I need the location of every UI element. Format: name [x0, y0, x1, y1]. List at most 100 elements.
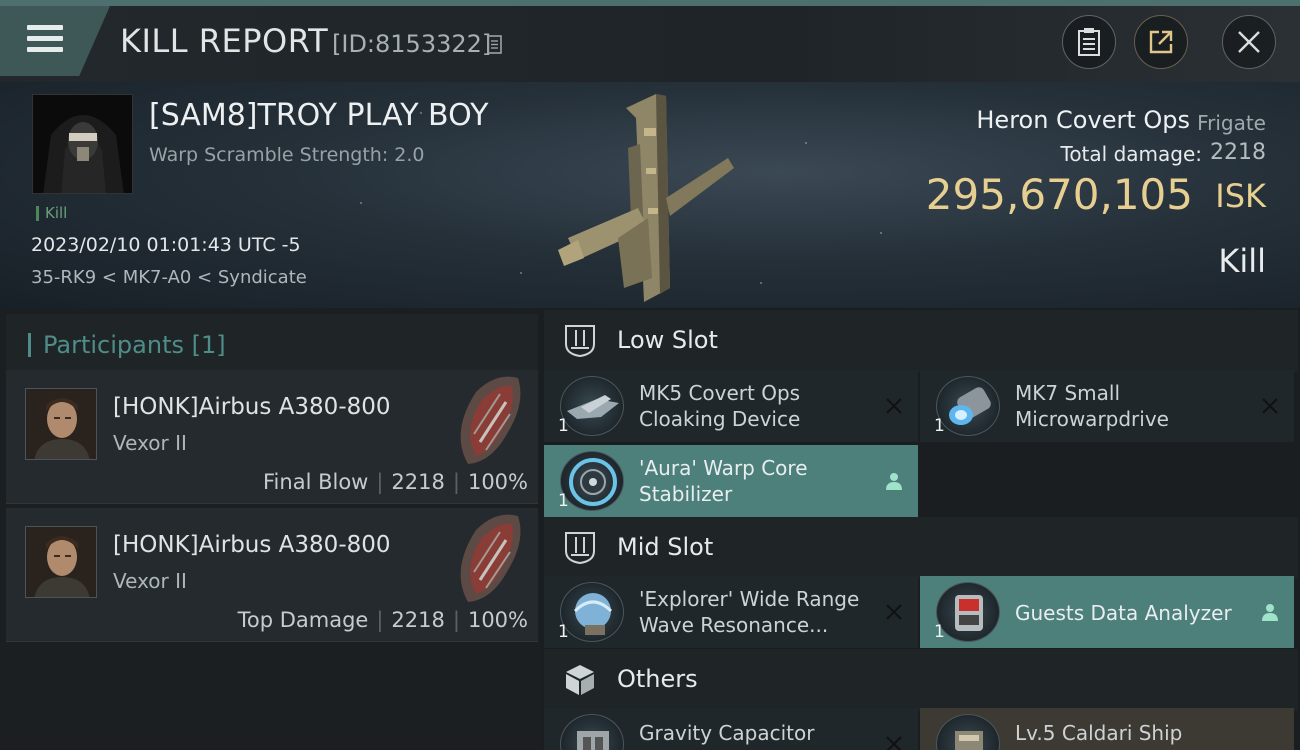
- ship-class: Frigate: [1197, 111, 1266, 135]
- kill-result: Kill: [1218, 242, 1266, 280]
- menu-button[interactable]: [0, 6, 110, 76]
- participant-ship: Vexor II: [113, 569, 187, 593]
- data-analyzer-icon: [936, 582, 1000, 642]
- module-item[interactable]: 1 'Explorer' Wide Range Wave Resonance..…: [544, 576, 918, 648]
- participant-role: Top Damage: [237, 608, 369, 632]
- mid-slot-icon: [565, 532, 595, 565]
- stat-divider: |: [452, 470, 460, 494]
- total-damage-value: 2218: [1210, 140, 1266, 165]
- cloaking-device-icon: [560, 376, 624, 436]
- module-name-line: MK5 Covert Ops: [639, 381, 801, 405]
- participant-avatar[interactable]: [25, 388, 97, 460]
- victim-avatar[interactable]: [32, 94, 133, 194]
- participant-name: [HONK]Airbus A380-800: [113, 394, 391, 420]
- participant-stats: Top Damage | 2218 | 100%: [238, 608, 528, 632]
- menu-icon: [27, 25, 63, 30]
- pilot-portrait-image: [26, 527, 96, 597]
- destroyed-icon: [1262, 398, 1278, 414]
- kill-tag: Kill: [36, 206, 67, 221]
- header-bar: KILL REPORT [ID:8153322]: [0, 0, 1300, 82]
- participant-row[interactable]: [HONK]Airbus A380-800 Vexor II Top Damag…: [6, 508, 538, 642]
- module-quantity: 1: [934, 416, 945, 436]
- destroyed-icon: [886, 736, 902, 750]
- mid-slot-header: Mid Slot: [544, 517, 1298, 579]
- module-name: MK5 Covert Ops Cloaking Device: [639, 380, 879, 432]
- notes-button[interactable]: [1062, 15, 1116, 69]
- kill-location: 35-RK9 < MK7-A0 < Syndicate: [31, 267, 307, 288]
- menu-icon-bar: [27, 47, 63, 52]
- victim-ship-image: [558, 94, 734, 302]
- others-header: Others: [544, 649, 1298, 711]
- pilot-portrait-image: [26, 389, 96, 459]
- module-item[interactable]: 1 'Aura' Warp Core Stabilizer: [544, 445, 918, 517]
- warp-core-stabilizer-icon: [560, 451, 624, 511]
- module-name: Lv.5 Caldari Ship: [1015, 721, 1183, 745]
- participant-row[interactable]: [HONK]Airbus A380-800 Vexor II Final Blo…: [6, 370, 538, 504]
- close-icon: [1238, 31, 1260, 53]
- participant-stats: Final Blow | 2218 | 100%: [263, 470, 528, 494]
- module-quantity: 1: [934, 622, 945, 642]
- module-name: Gravity Capacitor: [639, 721, 815, 745]
- module-item[interactable]: 1 MK7 Small Microwarpdrive: [920, 370, 1294, 442]
- others-label: Others: [617, 665, 698, 693]
- victim-banner: [SAM8]TROY PLAY BOY Warp Scramble Streng…: [0, 82, 1300, 308]
- dropped-person-icon: [1262, 604, 1278, 621]
- mid-slot-label: Mid Slot: [617, 533, 714, 561]
- hooded-figure-image: [33, 95, 132, 193]
- participant-ship-image: [460, 376, 521, 464]
- low-slot-label: Low Slot: [617, 326, 718, 354]
- kill-datetime: 2023/02/10 01:01:43 UTC -5: [31, 234, 301, 256]
- participant-name: [HONK]Airbus A380-800: [113, 532, 391, 558]
- star: [880, 232, 882, 234]
- module-name: 'Aura' Warp Core Stabilizer: [639, 455, 879, 507]
- stat-divider: |: [376, 608, 384, 632]
- participant-avatar[interactable]: [25, 526, 97, 598]
- low-slot-header: Low Slot: [544, 310, 1298, 372]
- stat-divider: |: [452, 608, 460, 632]
- copy-icon[interactable]: [487, 35, 502, 54]
- participants-header: Participants [1]: [6, 314, 538, 372]
- participant-percent: 100%: [467, 608, 528, 632]
- module-item[interactable]: 1 Guests Data Analyzer: [920, 576, 1294, 648]
- star: [760, 282, 762, 284]
- participants-title: Participants [1]: [28, 333, 226, 357]
- close-button[interactable]: [1222, 15, 1276, 69]
- destroyed-icon: [886, 398, 902, 414]
- module-name-line: 'Explorer' Wide Range: [639, 587, 860, 611]
- notes-icon: [1078, 28, 1100, 56]
- star: [805, 142, 807, 144]
- cargo-box-icon: [566, 665, 594, 695]
- isk-value: 295,670,105: [925, 170, 1193, 219]
- victim-name: [SAM8]TROY PLAY BOY: [149, 98, 489, 133]
- participant-damage: 2218: [391, 608, 445, 632]
- ship-name: Heron Covert Ops: [976, 106, 1190, 134]
- module-quantity: 1: [558, 416, 569, 436]
- participant-damage: 2218: [391, 470, 445, 494]
- dropped-person-icon: [886, 473, 902, 490]
- fitting-panel: Low Slot 1 MK5 Covert Ops Cloaking Devic…: [540, 308, 1300, 750]
- module-item[interactable]: Lv.5 Caldari Ship: [920, 708, 1294, 750]
- share-button[interactable]: [1134, 15, 1188, 69]
- module-item[interactable]: 1 MK5 Covert Ops Cloaking Device: [544, 370, 918, 442]
- module-name-line: MK7 Small: [1015, 381, 1120, 405]
- low-slot-icon: [565, 325, 595, 358]
- microwarpdrive-icon: [936, 376, 1000, 436]
- module-name-line: 'Aura' Warp Core: [639, 456, 808, 480]
- scanner-module-icon: [560, 582, 624, 642]
- module-name: MK7 Small Microwarpdrive: [1015, 380, 1255, 432]
- module-name-line: Cloaking Device: [639, 407, 801, 431]
- module-item[interactable]: Gravity Capacitor: [544, 708, 918, 750]
- stat-divider: |: [376, 470, 384, 494]
- module-name-line: Stabilizer: [639, 482, 733, 506]
- module-quantity: 1: [558, 622, 569, 642]
- participants-panel: Participants [1] [HONK]Airbus A380-800 V…: [0, 308, 540, 750]
- module-name: 'Explorer' Wide Range Wave Resonance...: [639, 586, 879, 638]
- module-name-line: Microwarpdrive: [1015, 407, 1169, 431]
- destroyed-icon: [886, 604, 902, 620]
- module-name: Guests Data Analyzer: [1015, 601, 1232, 625]
- skill-book-icon: [936, 714, 1000, 750]
- star: [360, 202, 362, 204]
- page-title: KILL REPORT: [120, 22, 329, 60]
- menu-icon-bar: [27, 36, 63, 41]
- participant-percent: 100%: [467, 470, 528, 494]
